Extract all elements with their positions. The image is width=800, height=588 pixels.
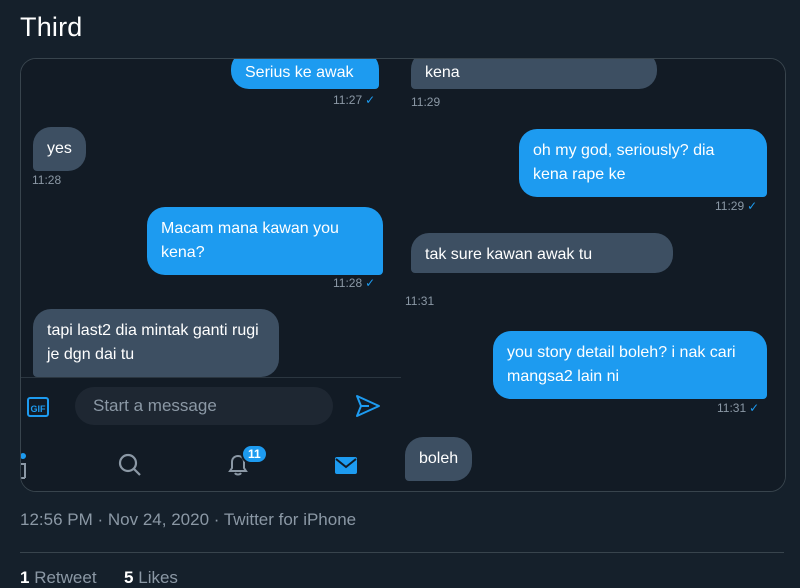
read-check-icon: ✓ <box>365 276 376 290</box>
message-bubble-incoming: tapi last2 dia mintak ganti rugi je dgn … <box>33 309 279 377</box>
message-composer: GIF Start a message 11 <box>21 377 401 491</box>
message-bubble-outgoing: you story detail boleh? i nak cari mangs… <box>493 331 767 399</box>
tweet-stats: 1 Retweet 5 Likes <box>20 568 178 588</box>
retweet-stat[interactable]: 1 Retweet <box>20 568 97 587</box>
search-icon[interactable] <box>117 452 143 478</box>
message-bubble-incoming: kena <box>411 59 657 89</box>
notifications-badge: 11 <box>241 444 268 464</box>
read-check-icon: ✓ <box>749 401 760 415</box>
dm-screenshot-right: kena 11:29 oh my god, seriously? dia ken… <box>401 59 785 491</box>
message-bubble-incoming: yes <box>33 127 86 171</box>
message-bubble-outgoing: oh my god, seriously? dia kena rape ke <box>519 129 767 197</box>
message-time: 11:29 <box>411 95 441 109</box>
tweet-text: Third <box>20 12 83 42</box>
read-check-icon: ✓ <box>365 93 376 107</box>
tweet-media[interactable]: Serius ke awak 11:27 ✓ yes 11:28 Macam ma… <box>20 58 786 492</box>
message-bubble-outgoing: Macam mana kawan you kena? <box>147 207 383 275</box>
tweet-meta: 12:56 PM · Nov 24, 2020 · Twitter for iP… <box>20 510 357 529</box>
message-time: 11:27 ✓ <box>333 93 376 107</box>
message-time: 11:28 ✓ <box>333 276 376 290</box>
message-time: 11:29 ✓ <box>715 199 758 213</box>
dm-screenshot-left: Serius ke awak 11:27 ✓ yes 11:28 Macam ma… <box>21 59 401 491</box>
message-time: 11:28 <box>32 173 62 187</box>
message-time: 11:31 <box>405 294 435 308</box>
message-bubble-incoming: tak sure kawan awak tu <box>411 233 673 273</box>
likes-stat[interactable]: 5 Likes <box>124 568 178 587</box>
tweet-source[interactable]: Twitter for iPhone <box>224 510 356 529</box>
message-time: 11:31 ✓ <box>717 401 760 415</box>
tweet-time[interactable]: 12:56 PM <box>20 510 93 529</box>
tweet-date[interactable]: Nov 24, 2020 <box>108 510 209 529</box>
gif-icon[interactable]: GIF <box>27 397 49 417</box>
message-input[interactable]: Start a message <box>75 387 333 425</box>
read-check-icon: ✓ <box>747 199 758 213</box>
person-icon[interactable] <box>21 452 33 480</box>
divider <box>20 552 784 553</box>
bottom-nav: 11 <box>21 442 401 490</box>
message-bubble-outgoing: Serius ke awak <box>231 59 379 89</box>
send-icon[interactable] <box>355 394 381 418</box>
mail-icon[interactable] <box>333 452 359 478</box>
message-bubble-incoming: boleh <box>405 437 473 481</box>
